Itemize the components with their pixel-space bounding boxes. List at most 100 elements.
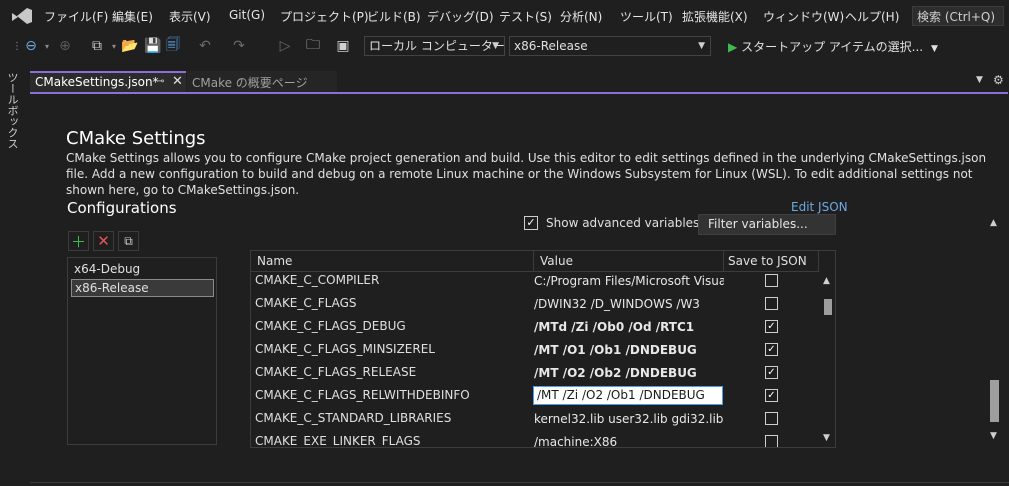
variable-value[interactable]: /machine:X86 [534, 435, 724, 447]
page-scrollbar[interactable]: ▲ ▼ [986, 214, 1002, 446]
table-row[interactable]: CMAKE_C_FLAGS_MINSIZEREL /MT /O1 /Ob1 /D… [251, 342, 819, 365]
play-icon: ▶ [728, 40, 738, 54]
scroll-up-icon[interactable]: ▲ [823, 276, 830, 286]
window-layout-icon[interactable]: ▣ [334, 37, 352, 55]
target-dropdown-label: ローカル コンピューター [369, 39, 505, 53]
scrollbar-thumb[interactable] [990, 380, 999, 422]
menu-tools[interactable]: ツール(T) [620, 8, 673, 25]
column-header-save-to-json[interactable]: Save to JSON [724, 251, 819, 271]
table-row[interactable]: CMAKE_C_FLAGS_DEBUG /MTd /Zi /Ob0 /Od /R… [251, 319, 819, 342]
undo-icon: ↶ [199, 38, 211, 54]
menu-window[interactable]: ウィンドウ(W) [763, 8, 844, 25]
table-row[interactable]: CMAKE_C_STANDARD_LIBRARIES kernel32.lib … [251, 411, 819, 434]
save-to-json-checkbox[interactable] [765, 297, 778, 310]
page-title: CMake Settings [66, 128, 206, 149]
save-all-icon[interactable]: 🗐 [164, 37, 182, 55]
tab-cmakesettings-json[interactable]: CMakeSettings.json* ⊸ ✕ [30, 71, 186, 92]
variable-name: CMAKE_C_STANDARD_LIBRARIES [255, 411, 452, 425]
scroll-down-icon[interactable]: ▼ [823, 433, 830, 443]
column-header-name[interactable]: Name [251, 251, 534, 271]
save-to-json-checkbox[interactable] [765, 412, 778, 425]
save-to-json-checkbox[interactable]: ✓ [765, 320, 778, 333]
play-outline-icon: ▷ [279, 38, 291, 54]
gear-icon[interactable]: ⚙ [993, 73, 1004, 87]
menu-edit[interactable]: 編集(E) [112, 8, 153, 25]
tab-cmake-overview[interactable]: CMake の概要ページ [187, 71, 337, 92]
solution-explorer-icon[interactable]: 🗀 [304, 37, 322, 55]
variable-value[interactable]: /MT /O1 /Ob1 /DNDEBUG [534, 343, 724, 357]
variable-value[interactable]: C:/Program Files/Microsoft Visual St [534, 274, 724, 288]
remove-configuration-button[interactable]: ✕ [93, 231, 114, 251]
menu-debug[interactable]: デバッグ(D) [427, 8, 494, 25]
scrollbar-thumb[interactable] [824, 299, 832, 315]
variable-name: CMAKE_C_FLAGS [255, 296, 357, 310]
tab-list-dropdown-icon[interactable]: ▼ [976, 75, 983, 85]
table-row[interactable]: CMAKE_C_FLAGS_RELEASE /MT /O2 /Ob2 /DNDE… [251, 365, 819, 388]
scroll-down-icon[interactable]: ▼ [990, 431, 997, 441]
table-row[interactable]: CMAKE_C_COMPILER C:/Program Files/Micros… [251, 273, 819, 296]
configuration-item-x64-debug[interactable]: x64-Debug [71, 261, 214, 279]
save-to-json-checkbox[interactable]: ✓ [765, 366, 778, 379]
copy-icon: ⧉ [124, 233, 133, 248]
save-icon[interactable]: 💾 [144, 37, 162, 55]
variable-value[interactable]: /MTd /Zi /Ob0 /Od /RTC1 [534, 320, 724, 334]
grid-scrollbar[interactable]: ▲ ▼ [820, 251, 835, 447]
menu-build[interactable]: ビルド(B) [367, 8, 421, 25]
variable-value[interactable]: kernel32.lib user32.lib gdi32.lib wins [534, 412, 724, 426]
chevron-down-icon: ▼ [698, 41, 705, 51]
save-to-json-checkbox[interactable] [765, 435, 778, 447]
menu-analyze[interactable]: 分析(N) [560, 8, 602, 25]
start-button-label: スタートアップ アイテムの選択... [741, 40, 924, 54]
menu-test[interactable]: テスト(S) [499, 8, 552, 25]
search-box[interactable]: 検索 (Ctrl+Q) [912, 6, 1004, 26]
configurations-list: x64-Debug x86-Release [67, 257, 217, 445]
toolbox-tab[interactable]: ツールボックス [6, 72, 20, 149]
pin-icon[interactable]: ⊸ [156, 76, 164, 87]
configuration-item-x86-release[interactable]: x86-Release [71, 279, 214, 297]
menu-project[interactable]: プロジェクト(P) [280, 8, 369, 25]
tab-label: CMake の概要ページ [192, 76, 308, 90]
show-advanced-checkbox[interactable]: ✓ [524, 216, 538, 230]
plus-icon: ＋ [70, 232, 86, 251]
configuration-dropdown-label: x86-Release [514, 39, 588, 53]
copy-configuration-button[interactable]: ⧉ [118, 231, 139, 251]
show-advanced-label: Show advanced variables [546, 216, 700, 230]
menu-view[interactable]: 表示(V) [169, 8, 211, 25]
variable-value[interactable]: /DWIN32 /D_WINDOWS /W3 [534, 297, 724, 311]
save-to-json-checkbox[interactable] [765, 274, 778, 287]
visual-studio-logo-icon[interactable] [10, 6, 34, 26]
target-dropdown[interactable]: ローカル コンピューター ▼ [364, 36, 505, 56]
table-row[interactable]: CMAKE_C_FLAGS_RELWITHDEBINFO /MT /Zi /O2… [251, 386, 819, 411]
variable-name: CMAKE_C_FLAGS_MINSIZEREL [255, 342, 435, 356]
chevron-down-icon: ▼ [930, 44, 938, 54]
variable-name: CMAKE_C_FLAGS_RELWITHDEBINFO [255, 388, 470, 402]
back-dropdown-icon[interactable]: ▾ [38, 37, 56, 55]
edit-json-link[interactable]: Edit JSON [791, 200, 848, 214]
menu-git[interactable]: Git(G) [229, 8, 265, 22]
scroll-up-icon[interactable]: ▲ [990, 218, 997, 228]
variable-value[interactable]: /MT /O2 /Ob2 /DNDEBUG [534, 366, 724, 380]
table-row[interactable]: CMAKE_C_FLAGS /DWIN32 /D_WINDOWS /W3 [251, 296, 819, 319]
close-icon[interactable]: ✕ [172, 74, 183, 89]
save-to-json-checkbox[interactable]: ✓ [765, 343, 778, 356]
variable-name: CMAKE_C_FLAGS_RELEASE [255, 365, 417, 379]
add-configuration-button[interactable]: ＋ [68, 231, 89, 251]
menu-file[interactable]: ファイル(F) [44, 8, 108, 25]
open-folder-icon[interactable]: 📂 [121, 37, 139, 55]
menu-help[interactable]: ヘルプ(H) [845, 8, 899, 25]
start-button[interactable]: ▶ スタートアップ アイテムの選択... ▼ [728, 38, 938, 55]
column-header-value[interactable]: Value [534, 251, 724, 271]
variable-name: CMAKE_EXE_LINKER_FLAGS [255, 434, 421, 448]
tab-label: CMakeSettings.json* [35, 75, 159, 89]
forward-icon: ⊕ [59, 38, 71, 54]
chevron-down-icon: ▼ [492, 41, 499, 51]
menu-extensions[interactable]: 拡張機能(X) [682, 8, 748, 25]
table-row[interactable]: CMAKE_EXE_LINKER_FLAGS /machine:X86 [251, 434, 819, 448]
grid-header: Name Value Save to JSON [251, 251, 819, 272]
filter-variables-input[interactable]: Filter variables... [698, 214, 836, 235]
save-to-json-checkbox[interactable]: ✓ [765, 389, 778, 402]
toolbar: ⋮ ⊖ ▾ ⊕ ⧉ ▾ 📂 💾 🗐 ↶ ↷ ▷ 🗀 ▣ ローカル コンピューター… [0, 32, 1009, 60]
new-project-icon[interactable]: ⧉ [88, 37, 106, 55]
configuration-dropdown[interactable]: x86-Release ▼ [509, 36, 711, 56]
variable-value-edit-input[interactable]: /MT /Zi /O2 /Ob1 /DNDEBUG [533, 386, 723, 405]
